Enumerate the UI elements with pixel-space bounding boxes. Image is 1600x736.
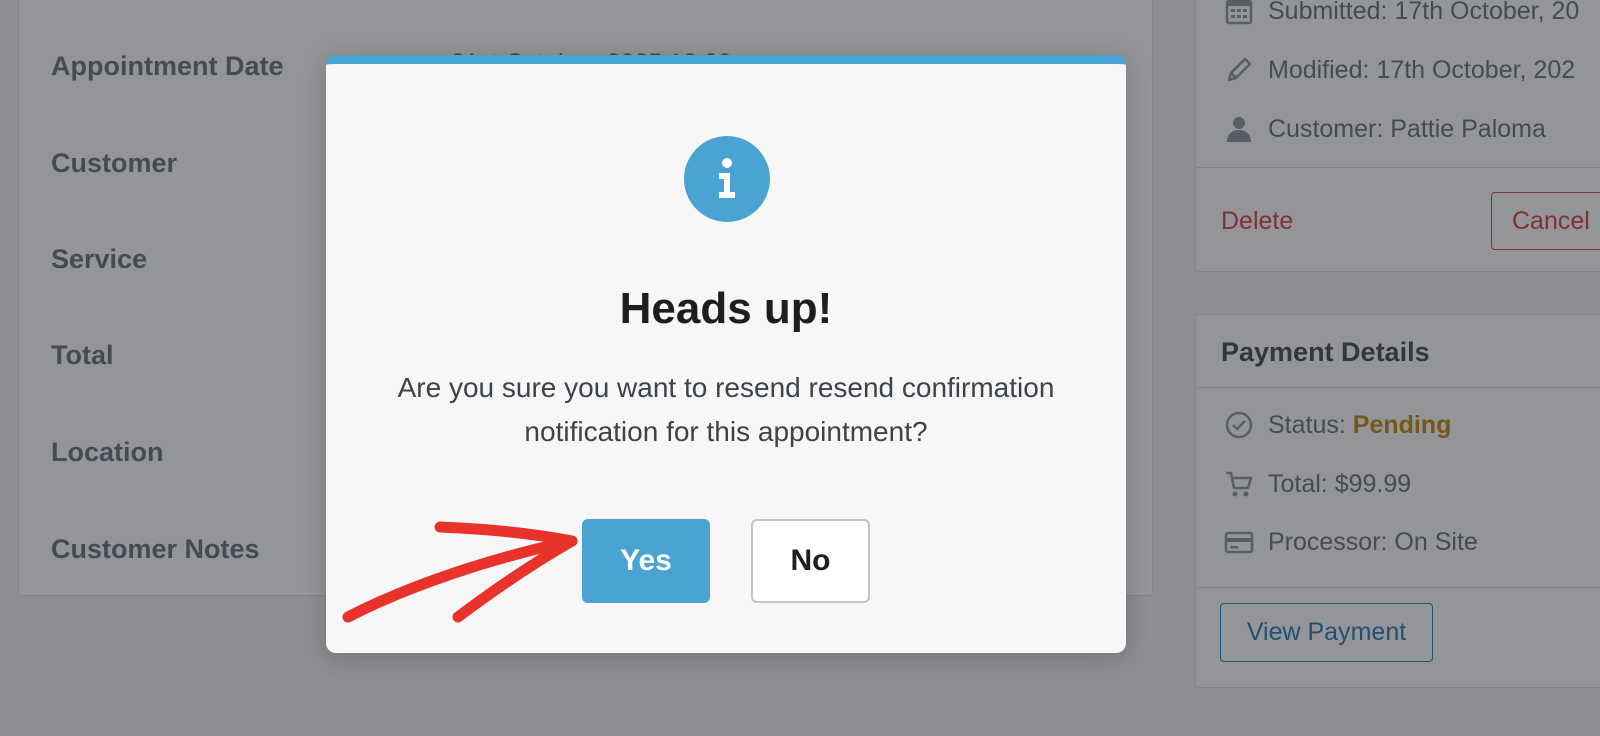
dialog-message: Are you sure you want to resend resend c…	[397, 372, 1055, 447]
dialog-title: Heads up!	[619, 284, 833, 333]
yes-button[interactable]: Yes	[582, 519, 710, 603]
annotation-arrow-icon	[342, 521, 578, 623]
info-icon	[684, 136, 770, 222]
no-button[interactable]: No	[751, 519, 870, 603]
